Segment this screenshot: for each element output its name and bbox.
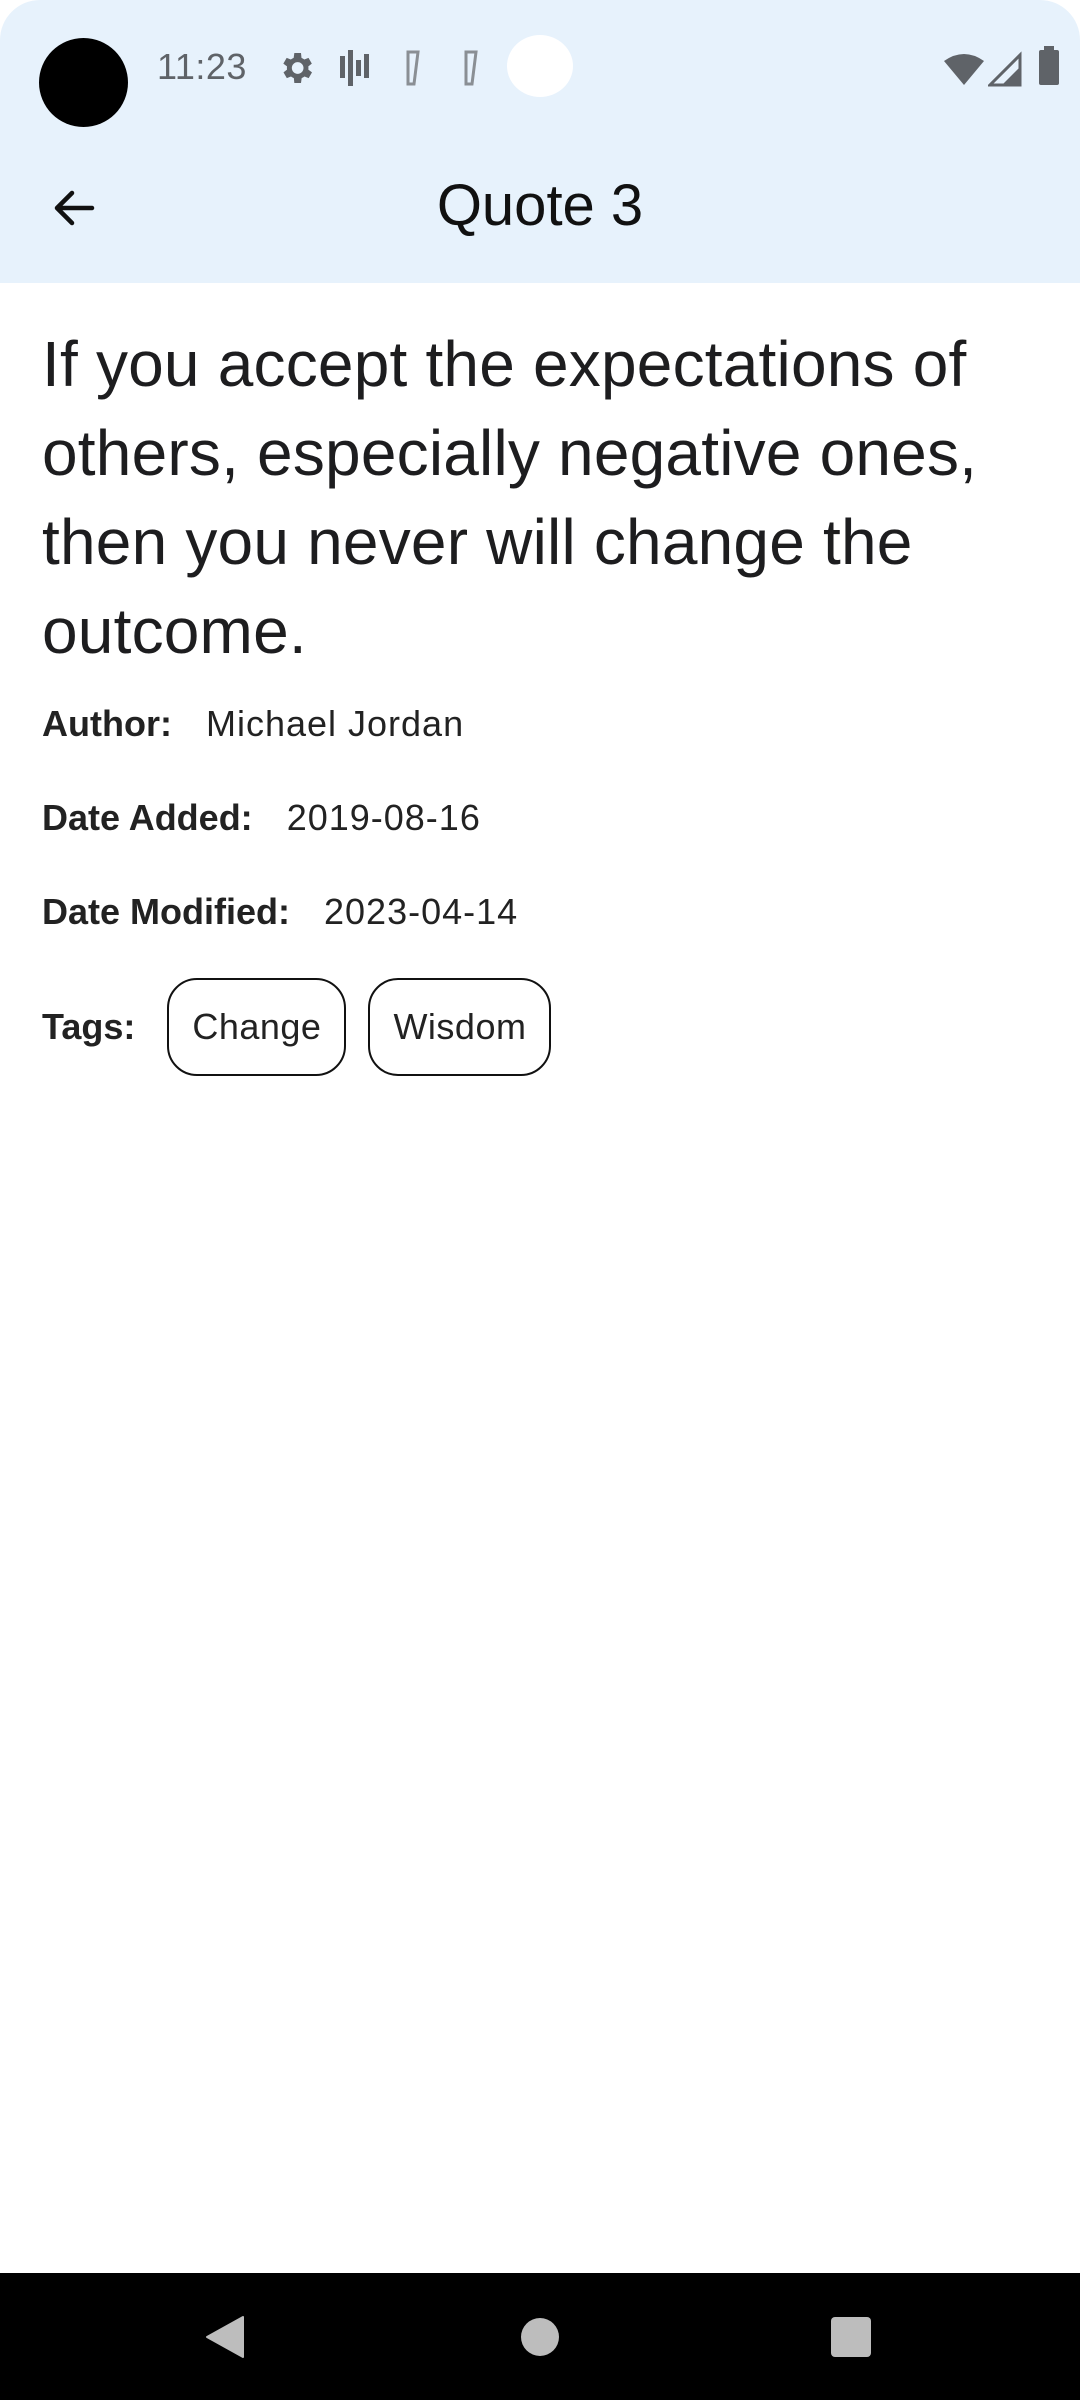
nav-home-icon	[521, 2317, 559, 2356]
app-bar: Quote 3	[0, 140, 1080, 283]
quote-detail-screen: 11:23 Quote 3 If you accept the expectat…	[0, 0, 1080, 2400]
nav-home-button[interactable]	[460, 2273, 620, 2400]
activity-icon	[340, 50, 369, 86]
tag-chip-wisdom[interactable]: Wisdom	[368, 978, 552, 1076]
date-modified-label: Date Modified:	[42, 891, 290, 932]
nav-recents-button[interactable]	[771, 2273, 931, 2400]
quote-content: If you accept the expectations of others…	[42, 320, 1042, 1076]
date-added-row: Date Added: 2019-08-16	[42, 788, 1042, 848]
nav-back-button[interactable]	[145, 2273, 305, 2400]
date-added-value: 2019-08-16	[286, 797, 481, 838]
signal-glyph-icon	[406, 50, 420, 86]
date-modified-value: 2023-04-14	[324, 891, 519, 932]
nav-back-icon	[206, 2315, 244, 2358]
signal-glyph-icon	[464, 50, 478, 86]
tags-label: Tags:	[42, 1006, 136, 1047]
tags-row: Tags: Change Wisdom	[42, 978, 1042, 1076]
camera-cutout	[39, 38, 128, 127]
nav-recents-icon	[831, 2316, 871, 2357]
date-added-label: Date Added:	[42, 797, 253, 838]
author-row: Author: Michael Jordan	[42, 694, 1042, 754]
date-modified-row: Date Modified: 2023-04-14	[42, 882, 1042, 942]
status-indicator-dot	[507, 35, 573, 97]
battery-icon	[1039, 46, 1059, 85]
system-nav-bar	[0, 2273, 1080, 2400]
author-label: Author:	[42, 703, 172, 744]
top-bar: 11:23 Quote 3	[0, 0, 1080, 283]
wifi-icon	[944, 54, 984, 85]
author-value: Michael Jordan	[205, 703, 465, 744]
quote-text: If you accept the expectations of others…	[42, 328, 978, 667]
page-title: Quote 3	[436, 173, 644, 238]
status-time: 11:23	[157, 46, 247, 87]
status-bar: 11:23	[0, 0, 1080, 136]
cell-signal-icon	[988, 51, 1022, 87]
settings-icon	[283, 53, 312, 83]
tag-chip-change[interactable]: Change	[167, 978, 347, 1076]
